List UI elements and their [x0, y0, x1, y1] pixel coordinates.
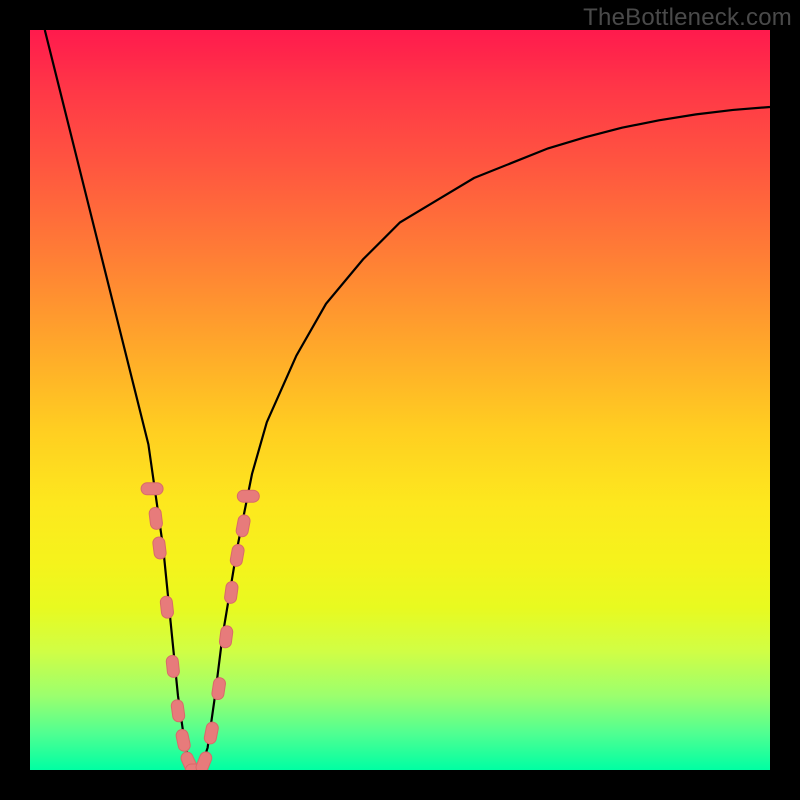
- chart-svg: [30, 30, 770, 770]
- sample-marker: [160, 596, 174, 619]
- sample-marker: [211, 677, 226, 701]
- sample-marker: [194, 750, 213, 770]
- chart-frame: TheBottleneck.com: [0, 0, 800, 800]
- sample-marker: [224, 581, 239, 604]
- sample-marker: [219, 625, 234, 648]
- sample-marker: [171, 699, 186, 722]
- sample-marker: [148, 507, 163, 530]
- sample-markers: [141, 483, 259, 770]
- watermark-text: TheBottleneck.com: [583, 4, 792, 32]
- bottleneck-curve: [45, 30, 770, 770]
- sample-marker: [237, 490, 259, 502]
- sample-marker: [152, 536, 167, 559]
- sample-marker: [235, 514, 251, 538]
- plot-area: [30, 30, 770, 770]
- sample-marker: [166, 655, 180, 678]
- sample-marker: [175, 728, 191, 752]
- sample-marker: [229, 544, 245, 568]
- sample-marker: [141, 483, 163, 495]
- sample-marker: [203, 721, 219, 745]
